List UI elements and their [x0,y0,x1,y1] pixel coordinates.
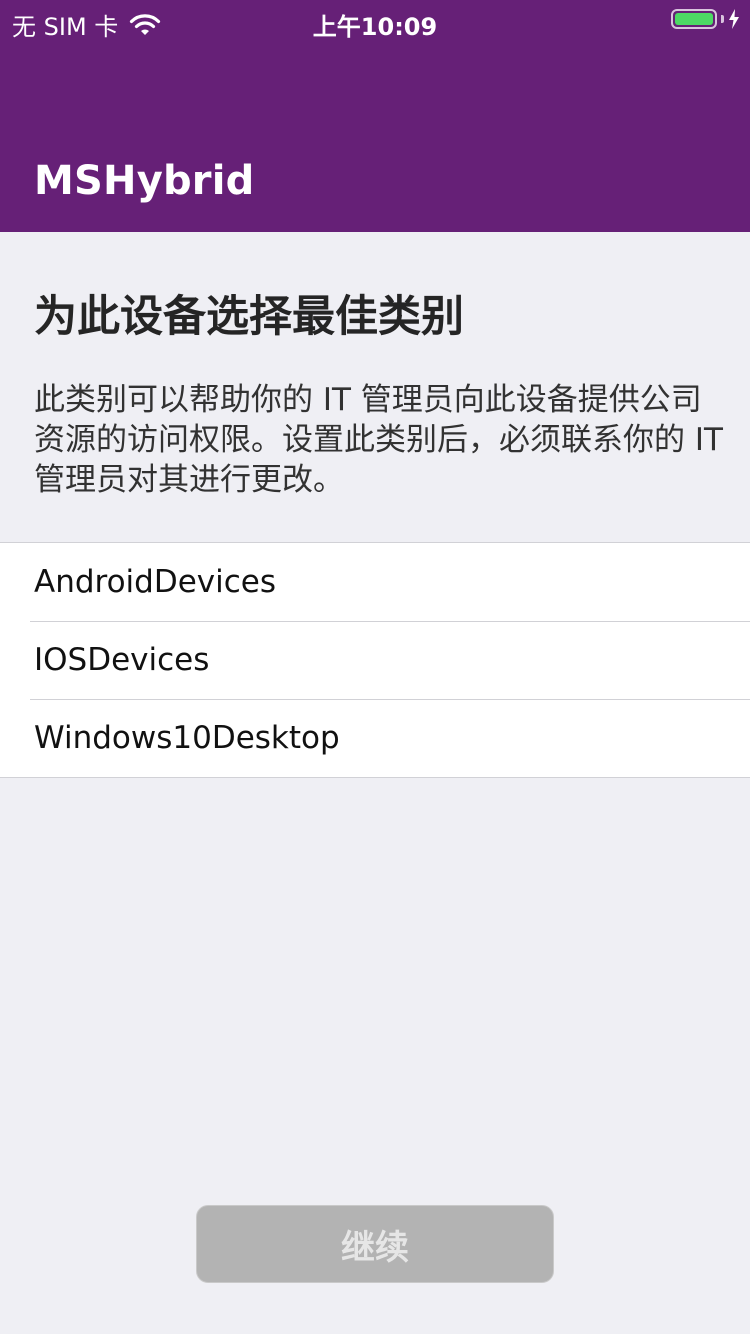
app-header: 无 SIM 卡 上午10:09 MSHybrid [0,0,750,232]
battery-level-fill [675,13,713,25]
battery-icon [671,9,717,29]
status-bar: 无 SIM 卡 上午10:09 [0,0,750,41]
continue-button[interactable]: 继续 [196,1205,554,1283]
category-label: AndroidDevices [34,564,277,600]
category-item-windows10desktop[interactable]: Windows10Desktop [0,699,750,777]
category-label: IOSDevices [34,642,210,678]
status-time: 上午10:09 [312,13,438,41]
category-item-androiddevices[interactable]: AndroidDevices [0,543,750,621]
charging-bolt-icon [729,9,739,29]
battery-cap [721,15,724,23]
page-description: 此类别可以帮助你的 IT 管理员向此设备提供公司资源的访问权限。设置此类别后，必… [34,382,723,498]
category-item-iosdevices[interactable]: IOSDevices [0,621,750,699]
app-title: MSHybrid [34,158,255,204]
battery-indicator [671,9,740,29]
category-list: AndroidDevices IOSDevices Windows10Deskt… [0,542,750,778]
page-title: 为此设备选择最佳类别 [34,292,464,342]
category-label: Windows10Desktop [34,720,340,756]
